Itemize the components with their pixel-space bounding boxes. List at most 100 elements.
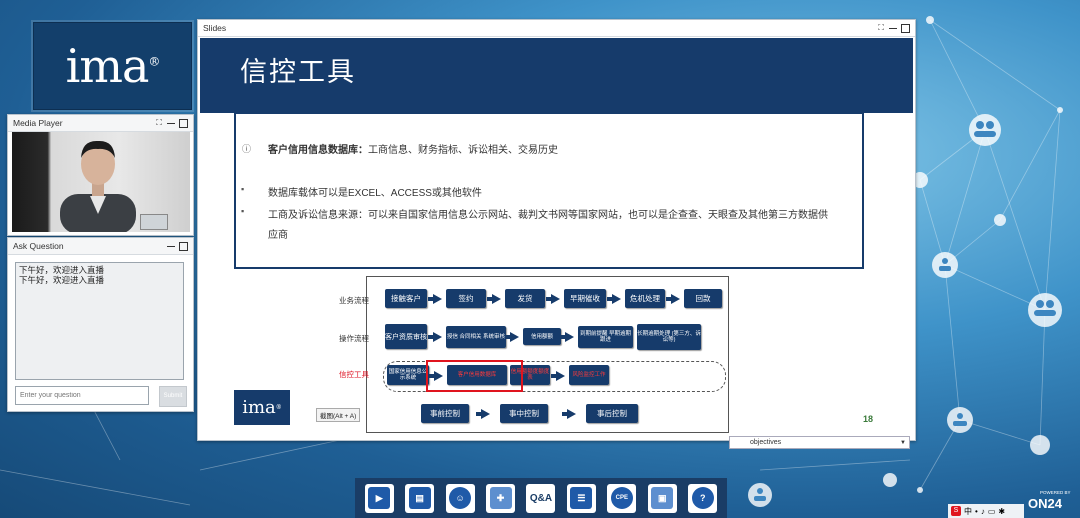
- business-step: 签约: [446, 289, 486, 308]
- operations-step: 长期逾期处理 (第三方、诉讼等): [637, 324, 701, 350]
- ima-logo: ima®: [33, 22, 192, 110]
- arrow-icon: [607, 294, 621, 304]
- business-step: 接触客户: [385, 289, 427, 308]
- slide-line-3b: 应商: [268, 230, 288, 241]
- ime-language: 中: [964, 506, 972, 516]
- media-player-button[interactable]: ▶: [364, 483, 394, 513]
- expand-icon[interactable]: ⛶: [155, 119, 163, 127]
- powered-by-text: POWERED BY: [1040, 490, 1071, 495]
- chevron-down-icon: ▼: [900, 440, 906, 446]
- ask-question-panel: Ask Question 下午好，欢迎进入直播 下午好，欢迎进入直播 Submi…: [7, 237, 194, 412]
- row-label-operations: 操作流程: [339, 334, 369, 343]
- certificate-icon: ▣: [651, 487, 674, 509]
- slide-page-number: 18: [863, 414, 874, 424]
- cpe-badge-icon: CPE: [610, 487, 633, 509]
- help-button[interactable]: ?: [688, 483, 718, 513]
- slide-line-1-rest: 工商信息、财务指标、诉讼相关、交易历史: [368, 145, 558, 156]
- process-diagram: 业务流程 操作流程 信控工具 接触客户 签约 发货 早期催收 危机处理 回款 客…: [339, 276, 729, 433]
- slides-button[interactable]: ▤: [405, 483, 435, 513]
- maximize-icon[interactable]: [179, 241, 188, 251]
- minimize-icon[interactable]: [889, 24, 897, 32]
- keyboard-icon: ▭: [987, 506, 996, 516]
- media-player-header: Media Player ⛶: [8, 115, 193, 132]
- tools-step: 国家信用信息公示系统: [387, 365, 429, 385]
- minimize-icon[interactable]: [167, 119, 175, 127]
- arrow-icon: [505, 332, 519, 342]
- mic-icon: ♪: [980, 506, 985, 516]
- logo-text: ima®: [65, 39, 161, 93]
- arrow-icon: [476, 409, 490, 419]
- arrow-icon: [487, 294, 501, 304]
- chat-icon: ☰: [570, 487, 593, 509]
- presenter-figure: [60, 140, 136, 232]
- resources-button[interactable]: ✚: [486, 483, 516, 513]
- highlight-box: [426, 360, 523, 392]
- objectives-dropdown[interactable]: objectives ▼: [729, 436, 910, 449]
- business-step: 危机处理: [625, 289, 665, 308]
- expand-icon[interactable]: ⛶: [877, 24, 885, 32]
- arrow-icon: [666, 294, 680, 304]
- slide-banner: 信控工具: [200, 38, 913, 113]
- info-bullet-icon: ⓘ: [242, 144, 252, 154]
- slide-line-1: 客户信用信息数据库：工商信息、财务指标、诉讼相关、交易历史: [268, 141, 558, 156]
- qa-icon: Q&A: [529, 492, 553, 504]
- square-bullet-icon: ▪: [241, 206, 245, 216]
- ask-question-title: Ask Question: [13, 241, 64, 251]
- ime-tray[interactable]: S 中 • ♪ ▭ ✱: [948, 504, 1024, 518]
- cpe-button[interactable]: CPE: [607, 483, 637, 513]
- arrow-icon: [560, 332, 574, 342]
- operations-step: 授信 合同相关 系统审核: [446, 326, 506, 348]
- speaker-bio-button[interactable]: ☺: [445, 483, 475, 513]
- self-view-thumbnail[interactable]: [140, 214, 168, 230]
- control-step: 事前控制: [421, 404, 469, 423]
- question-input[interactable]: [15, 386, 149, 405]
- certificate-button[interactable]: ▣: [647, 483, 677, 513]
- business-step: 早期催收: [564, 289, 606, 308]
- bottom-toolbar: ▶ ▤ ☺ ✚ Q&A ☰ CPE ▣ ?: [355, 478, 727, 518]
- help-icon: ?: [691, 487, 714, 509]
- arrow-icon: [428, 332, 442, 342]
- square-bullet-icon: ▪: [241, 184, 245, 194]
- maximize-icon[interactable]: [179, 118, 188, 128]
- tools-step: 风险监控工作: [569, 365, 609, 385]
- slides-title: Slides: [203, 23, 227, 33]
- puzzle-icon: ✚: [489, 487, 512, 509]
- settings-icon: ✱: [998, 506, 1006, 516]
- ime-dot-icon: •: [975, 506, 978, 516]
- qa-button[interactable]: Q&A: [526, 483, 556, 513]
- video-feed[interactable]: [12, 132, 190, 232]
- business-step: 发货: [505, 289, 545, 308]
- media-player-panel: Media Player ⛶: [7, 114, 194, 236]
- slide-heading: 信控工具: [240, 57, 356, 87]
- person-icon: ☺: [449, 487, 472, 509]
- submit-button[interactable]: Submit: [159, 386, 187, 407]
- question-history: 下午好，欢迎进入直播 下午好，欢迎进入直播: [15, 262, 184, 380]
- presentation-icon: ▤: [408, 487, 431, 509]
- operations-step: 客户资质审核: [385, 324, 427, 349]
- arrow-icon: [562, 409, 576, 419]
- operations-step: 信用额额: [523, 328, 561, 345]
- arrow-icon: [546, 294, 560, 304]
- slides-header: Slides ⛶: [198, 20, 915, 37]
- slide-line-3a: 工商及诉讼信息来源：可以来自国家信用信息公示网站、裁判文书网等国家网站，也可以是…: [268, 210, 828, 221]
- operations-step: 到期前提醒 早期逾期跟进: [578, 326, 633, 348]
- slide-content-box: ⓘ 客户信用信息数据库：工商信息、财务指标、诉讼相关、交易历史 ▪ 数据库载体可…: [234, 112, 864, 269]
- ime-logo-icon: S: [951, 506, 961, 516]
- media-player-title: Media Player: [13, 118, 63, 128]
- slide-ima-logo: ima ®: [234, 390, 290, 425]
- play-icon: ▶: [368, 487, 391, 509]
- row-label-business: 业务流程: [339, 296, 369, 305]
- business-step: 回款: [684, 289, 722, 308]
- minimize-icon[interactable]: [167, 242, 175, 250]
- slide-line-2: 数据库载体可以是EXCEL、ACCESS或其他软件: [268, 188, 482, 199]
- slide-line-1-lead: 客户信用信息数据库：: [268, 145, 368, 156]
- row-label-tools: 信控工具: [339, 370, 369, 379]
- ask-question-header: Ask Question: [8, 238, 193, 255]
- control-step: 事后控制: [586, 404, 638, 423]
- arrow-icon: [551, 371, 565, 381]
- objectives-label: objectives: [750, 439, 782, 446]
- chat-button[interactable]: ☰: [566, 483, 596, 513]
- arrow-icon: [428, 294, 442, 304]
- maximize-icon[interactable]: [901, 23, 910, 33]
- on24-logo: ON24: [1028, 496, 1062, 511]
